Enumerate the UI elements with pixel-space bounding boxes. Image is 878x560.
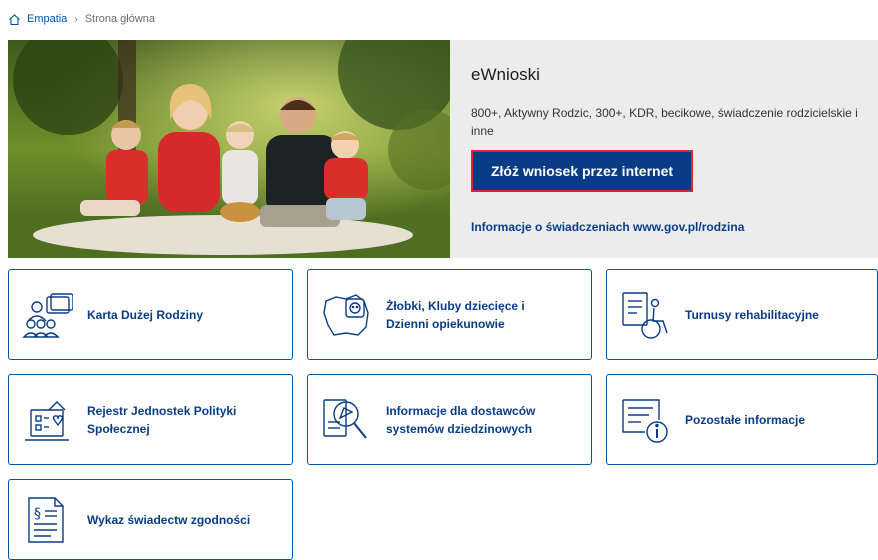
breadcrumb-current: Strona główna (84, 13, 156, 25)
tile-dostawcy[interactable]: Informacje dla dostawców systemów dziedz… (307, 374, 592, 465)
tile-label: Żłobki, Kluby dziecięce i Dzienni opieku… (386, 298, 525, 331)
tile-rejestr[interactable]: Rejestr Jednostek Polityki Społecznej (8, 374, 293, 465)
hero-title: eWnioski (471, 65, 540, 84)
family-card-icon (21, 289, 73, 341)
tile-label: Informacje dla dostawców systemów dziedz… (386, 403, 536, 436)
tile-label: Pozostałe informacje (685, 412, 806, 427)
tile-label: Rejestr Jednostek Polityki Społecznej (87, 403, 237, 436)
tile-label: Karta Dużej Rodziny (87, 307, 204, 322)
info-document-icon (619, 394, 671, 446)
tile-wykaz[interactable]: § Wykaz świadectw zgodności (8, 479, 293, 560)
svg-text:§: § (34, 506, 41, 522)
tile-zlobki[interactable]: Żłobki, Kluby dziecięce i Dzienni opieku… (307, 269, 592, 360)
tile-label: Wykaz świadectw zgodności (87, 512, 251, 527)
hero-banner: eWnioski 800+, Aktywny Rodzic, 300+, KDR… (8, 40, 878, 258)
breadcrumb-home-link[interactable]: Empatia (27, 13, 67, 25)
benefits-info-link[interactable]: Informacje o świadczeniach www.gov.pl/ro… (471, 220, 744, 234)
tile-pozostale[interactable]: Pozostałe informacje (606, 374, 878, 465)
home-icon[interactable] (8, 13, 21, 26)
breadcrumb-separator: › (74, 13, 78, 25)
tile-turnusy[interactable]: Turnusy rehabilitacyjne (606, 269, 878, 360)
tile-label: Turnusy rehabilitacyjne (685, 307, 819, 322)
paragraph-document-icon: § (21, 494, 73, 546)
tile-karta-duzej-rodziny[interactable]: Karta Dużej Rodziny (8, 269, 293, 360)
submit-application-button[interactable]: Złóż wniosek przez internet (471, 150, 693, 192)
hero-description: 800+, Aktywny Rodzic, 300+, KDR, becikow… (471, 106, 858, 138)
document-magnifier-icon (320, 394, 372, 446)
building-heart-icon (21, 394, 73, 446)
family-photo (8, 40, 450, 258)
poland-map-child-icon (320, 289, 372, 341)
breadcrumb: Empatia › Strona główna (8, 10, 155, 28)
wheelchair-document-icon (619, 289, 671, 341)
